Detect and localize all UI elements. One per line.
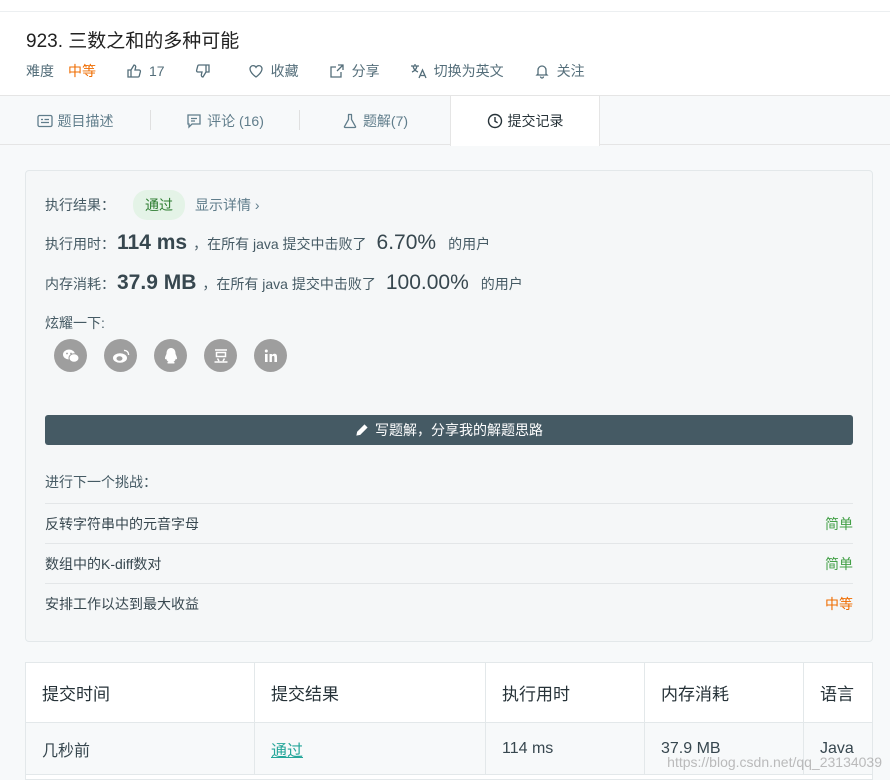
submission-runtime: 114 ms <box>486 723 645 774</box>
difficulty: 难度 中等 <box>26 61 96 81</box>
tab-submissions[interactable]: 提交记录 <box>450 96 600 146</box>
douban-share-button[interactable] <box>204 339 237 372</box>
heart-icon <box>248 64 263 78</box>
column-header: 提交时间 <box>26 663 255 722</box>
next-challenge-list: 反转字符串中的元音字母 简单 数组中的K-diff数对 简单 安排工作以达到最大… <box>45 503 853 623</box>
switch-language-button[interactable]: 切换为英文 <box>410 61 504 81</box>
memory-row: 内存消耗： 37.9 MB ，在所有 java 提交中击败了 100.00% 的… <box>45 271 523 295</box>
tab-submissions-label: 提交记录 <box>507 113 564 129</box>
translate-icon <box>410 64 427 79</box>
tab-description[interactable]: 题目描述 <box>0 96 150 145</box>
runtime-percentile: 6.70% <box>376 231 437 254</box>
next-challenge-item[interactable]: 安排工作以达到最大收益 中等 <box>45 583 853 623</box>
runtime-label: 执行用时： <box>45 236 115 252</box>
memory-percentile: 100.00% <box>385 271 469 294</box>
difficulty-value: 中等 <box>68 63 96 79</box>
write-solution-button[interactable]: 写题解，分享我的解题思路 <box>45 415 853 445</box>
favorite-button[interactable]: 收藏 <box>248 61 299 81</box>
like-button[interactable]: 17 <box>126 63 165 79</box>
linkedin-share-button[interactable] <box>254 339 287 372</box>
memory-label: 内存消耗： <box>45 276 115 292</box>
share-icon <box>329 64 344 78</box>
description-icon <box>36 114 53 127</box>
memory-value: 37.9 MB <box>117 271 197 294</box>
runtime-row: 执行用时： 114 ms ，在所有 java 提交中击败了 6.70% 的用户 <box>45 231 490 255</box>
submission-result-cell: 通过 <box>255 723 486 774</box>
qq-icon <box>164 347 177 363</box>
next-challenge-title: 进行下一个挑战： <box>45 474 157 490</box>
follow-button[interactable]: 关注 <box>534 61 585 81</box>
column-header: 内存消耗 <box>645 663 804 722</box>
next-challenge-item[interactable]: 数组中的K-diff数对 简单 <box>45 543 853 583</box>
comment-icon <box>187 113 201 129</box>
result-label: 执行结果： <box>45 197 115 213</box>
runtime-text: ，在所有 java 提交中击败了 <box>193 236 367 252</box>
column-header: 执行用时 <box>486 663 645 722</box>
memory-text: ，在所有 java 提交中击败了 <box>202 276 376 292</box>
column-header: 提交结果 <box>255 663 486 722</box>
write-solution-label: 写题解，分享我的解题思路 <box>375 422 543 438</box>
weibo-share-button[interactable] <box>104 339 137 372</box>
douban-icon <box>214 348 227 363</box>
difficulty-label: 难度 <box>26 63 54 79</box>
problem-title: 923. 三数之和的多种可能 <box>26 31 240 52</box>
runtime-suffix: 的用户 <box>448 236 491 252</box>
submission-result-link[interactable]: 通过 <box>271 737 303 761</box>
result-status-row: 执行结果： 通过 显示详情 › <box>45 190 260 220</box>
follow-label: 关注 <box>556 63 585 79</box>
column-header: 语言 <box>820 685 854 704</box>
memory-suffix: 的用户 <box>480 276 523 292</box>
header-divider <box>0 11 890 12</box>
challenge-difficulty: 简单 <box>825 515 853 532</box>
show-details-link[interactable]: 显示详情 › <box>195 195 260 215</box>
table-header: 提交时间 提交结果 执行用时 内存消耗 语言 <box>26 663 872 723</box>
problem-header: 923. 三数之和的多种可能 难度 中等 17 收藏 分享 切换为英文 关注 <box>0 0 890 96</box>
tab-solutions[interactable]: 题解(7) <box>300 96 450 145</box>
clock-icon <box>487 113 502 129</box>
thumbs-up-icon <box>127 64 142 78</box>
share-label: 分享 <box>351 63 380 79</box>
social-share-buttons <box>54 339 304 372</box>
watermark-text: https://blog.csdn.net/qq_23134039 <box>667 754 882 770</box>
thumbs-down-icon <box>195 64 210 78</box>
wechat-share-button[interactable] <box>54 339 87 372</box>
like-count: 17 <box>149 63 165 79</box>
tab-comments-label: 评论 (16) <box>207 112 264 129</box>
pencil-icon <box>356 424 368 436</box>
share-prompt: 炫耀一下: <box>45 315 105 331</box>
linkedin-icon <box>264 349 277 362</box>
dislike-button[interactable] <box>195 63 218 79</box>
challenge-difficulty: 中等 <box>825 595 853 612</box>
favorite-label: 收藏 <box>270 63 299 79</box>
submission-time: 几秒前 <box>26 723 255 774</box>
result-card: 执行结果： 通过 显示详情 › 执行用时： 114 ms ，在所有 java 提… <box>25 170 873 642</box>
share-row-label: 炫耀一下: <box>45 313 105 333</box>
tab-comments[interactable]: 评论 (16) <box>151 96 299 145</box>
tab-solutions-label: 题解(7) <box>362 112 409 129</box>
qq-share-button[interactable] <box>154 339 187 372</box>
challenge-name[interactable]: 安排工作以达到最大收益 <box>45 594 199 614</box>
challenge-name[interactable]: 反转字符串中的元音字母 <box>45 514 199 534</box>
weibo-icon <box>112 349 129 363</box>
challenge-difficulty: 简单 <box>825 555 853 572</box>
next-challenge-item[interactable]: 反转字符串中的元音字母 简单 <box>45 503 853 543</box>
challenge-name[interactable]: 数组中的K-diff数对 <box>45 554 161 574</box>
tab-description-label: 题目描述 <box>57 112 114 129</box>
tab-bar: 题目描述 评论 (16) 题解(7) 提交记录 <box>0 96 890 146</box>
runtime-value: 114 ms <box>117 231 188 254</box>
flask-icon <box>343 113 357 128</box>
bell-icon <box>535 65 549 79</box>
problem-meta-bar: 难度 中等 17 收藏 分享 切换为英文 关注 <box>26 60 615 82</box>
switch-language-label: 切换为英文 <box>433 63 504 79</box>
wechat-icon <box>62 349 79 363</box>
status-badge: 通过 <box>133 190 185 220</box>
share-button[interactable]: 分享 <box>329 61 380 81</box>
